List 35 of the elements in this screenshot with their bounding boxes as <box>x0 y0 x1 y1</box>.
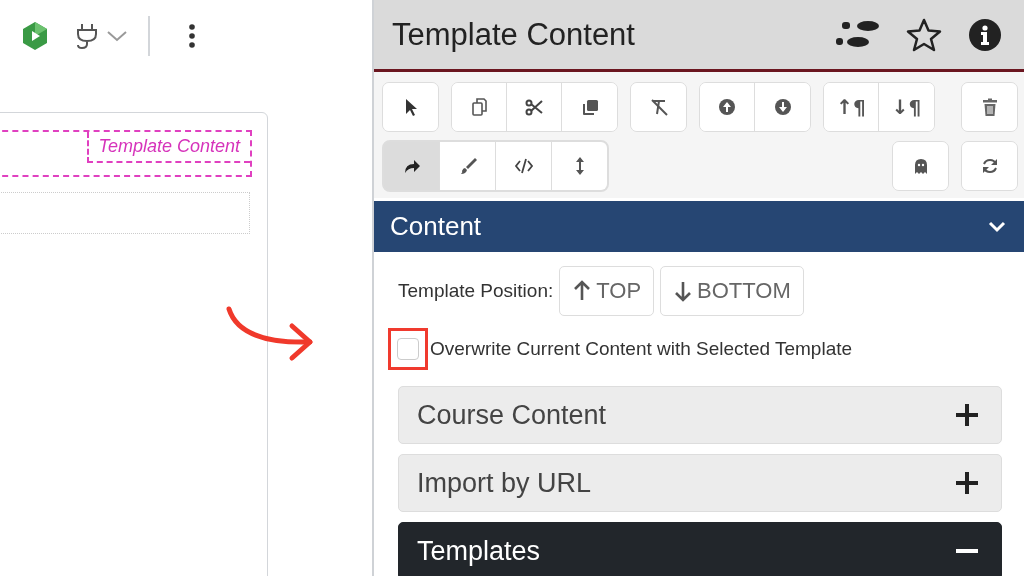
play-logo-icon[interactable] <box>20 21 50 51</box>
copy-icon <box>469 97 489 117</box>
content-section-header[interactable]: Content <box>374 201 1024 252</box>
copy-button[interactable] <box>452 83 507 131</box>
code-icon <box>513 156 534 176</box>
accordion-header[interactable]: Course Content <box>398 386 1002 444</box>
trash-button[interactable] <box>962 83 1017 131</box>
code-button[interactable] <box>496 142 551 190</box>
template-content-label: Template Content <box>86 132 250 163</box>
insert-paragraph-button[interactable]: ↑¶ <box>824 83 879 131</box>
clear-format-button[interactable] <box>631 83 686 131</box>
overwrite-checkbox[interactable] <box>397 338 419 360</box>
scissors-icon <box>524 97 544 117</box>
panel-title: Template Content <box>392 16 636 53</box>
ghost-button[interactable] <box>893 142 948 190</box>
clear-format-icon <box>648 97 669 117</box>
template-position-label: Template Position: <box>398 280 554 302</box>
accordion-header[interactable]: Templates <box>398 522 1002 576</box>
refresh-button[interactable] <box>962 142 1017 190</box>
up-arrow-circle-icon <box>717 97 737 117</box>
plug-icon[interactable] <box>74 22 100 50</box>
top-button[interactable]: TOP <box>559 266 655 316</box>
section-title: Content <box>390 211 483 242</box>
down-arrow-circle-icon <box>772 97 793 117</box>
arrow-down-icon <box>673 280 694 302</box>
bottom-button[interactable]: BOTTOM <box>660 266 804 316</box>
overwrite-label: Overwrite Current Content with Selected Template <box>430 338 853 360</box>
more-options-icon[interactable] <box>188 23 196 49</box>
star-icon[interactable] <box>906 17 942 52</box>
chevron-down-icon[interactable] <box>988 220 1006 233</box>
vertical-arrows-button[interactable] <box>552 142 607 190</box>
accordion-header[interactable]: Import by URL <box>398 454 1002 512</box>
pointer-button[interactable] <box>383 83 438 131</box>
up-arrow-circle-button[interactable] <box>700 83 755 131</box>
info-icon[interactable] <box>968 17 1002 52</box>
